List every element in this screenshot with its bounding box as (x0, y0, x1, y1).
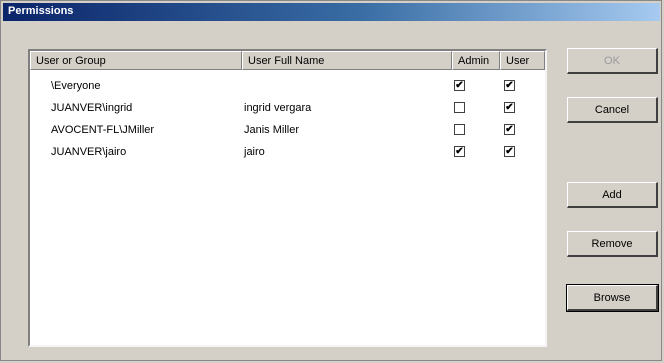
user-or-group-cell: JUANVER\ingrid (51, 102, 133, 114)
user-checkbox[interactable]: ✔ (504, 80, 515, 91)
permissions-list[interactable]: User or Group User Full Name Admin User … (28, 49, 547, 347)
permissions-dialog: Permissions User or Group User Full Name… (0, 0, 662, 361)
window-title: Permissions (8, 5, 74, 17)
user-checkbox[interactable]: ✔ (504, 102, 515, 113)
column-header-user[interactable]: User (500, 51, 545, 70)
admin-checkbox[interactable] (454, 102, 465, 113)
column-header-admin[interactable]: Admin (452, 51, 500, 70)
user-checkbox[interactable]: ✔ (504, 146, 515, 157)
table-row[interactable]: AVOCENT-FL\JMiller Janis Miller ✔ (30, 121, 545, 143)
user-or-group-cell: JUANVER\jairo (51, 146, 127, 158)
column-header-user-full-name[interactable]: User Full Name (242, 51, 452, 70)
user-or-group-cell: AVOCENT-FL\JMiller (51, 124, 155, 136)
table-row[interactable]: JUANVER\ingrid ingrid vergara ✔ (30, 99, 545, 121)
ok-button[interactable]: OK (567, 48, 658, 74)
add-button[interactable]: Add (567, 182, 658, 208)
full-name-cell: ingrid vergara (244, 102, 312, 114)
full-name-cell: jairo (244, 146, 265, 158)
cancel-button[interactable]: Cancel (567, 97, 658, 123)
browse-button[interactable]: Browse (566, 284, 659, 312)
full-name-cell: Janis Miller (244, 124, 300, 136)
user-checkbox[interactable]: ✔ (504, 124, 515, 135)
table-row[interactable]: \Everyone ✔ ✔ (30, 77, 545, 99)
admin-checkbox[interactable]: ✔ (454, 80, 465, 91)
admin-checkbox[interactable]: ✔ (454, 146, 465, 157)
table-row[interactable]: JUANVER\jairo jairo ✔ ✔ (30, 143, 545, 165)
title-bar[interactable]: Permissions (3, 3, 660, 21)
admin-checkbox[interactable] (454, 124, 465, 135)
column-header-user-or-group[interactable]: User or Group (30, 51, 242, 70)
user-or-group-cell: \Everyone (51, 80, 101, 92)
remove-button[interactable]: Remove (567, 231, 658, 257)
